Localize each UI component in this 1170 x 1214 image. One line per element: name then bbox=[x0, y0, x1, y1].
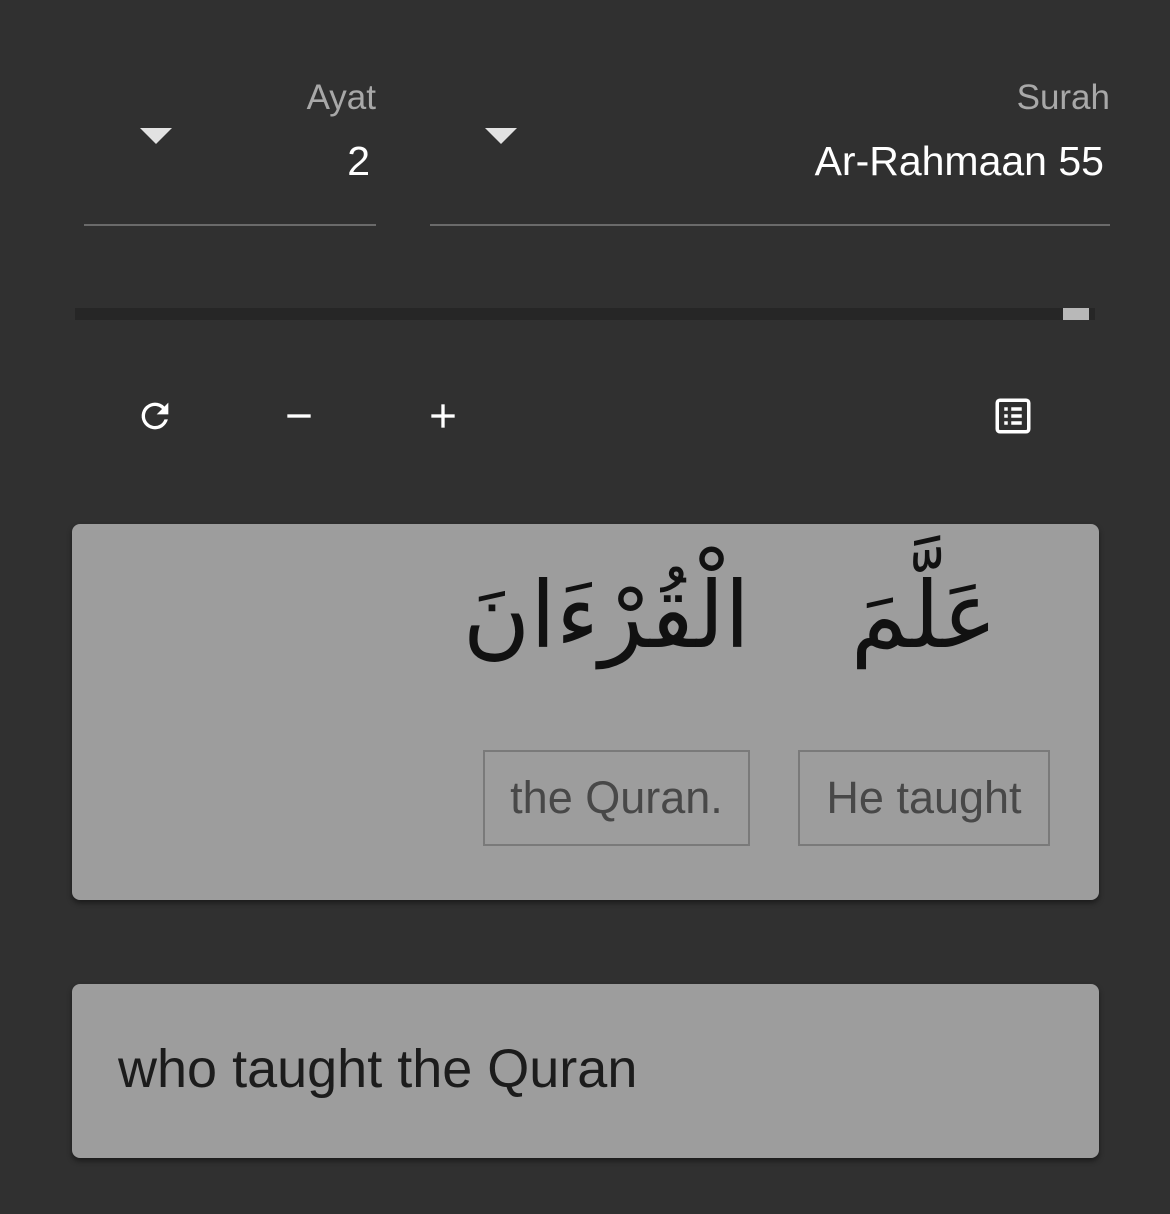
chevron-down-icon[interactable] bbox=[485, 128, 517, 144]
list-view-icon bbox=[995, 398, 1031, 434]
word-meaning[interactable]: the Quran. bbox=[483, 750, 750, 846]
ayat-progress-track[interactable] bbox=[75, 308, 1095, 320]
decrease-font-button[interactable] bbox=[269, 386, 329, 446]
surah-select-value: Ar-Rahmaan 55 bbox=[814, 138, 1104, 184]
arabic-word: عَلَّمَ bbox=[850, 562, 998, 669]
translation-text: who taught the Quran bbox=[118, 1039, 638, 1099]
chevron-down-icon[interactable] bbox=[140, 128, 172, 144]
arabic-word: الْقُرْءَانَ bbox=[462, 562, 750, 669]
word-item[interactable]: عَلَّمَ He taught bbox=[798, 562, 1050, 846]
reset-button[interactable] bbox=[125, 386, 185, 446]
ayat-progress-thumb[interactable] bbox=[1063, 308, 1089, 320]
ayat-select-value: 2 bbox=[347, 138, 370, 184]
surah-select-label: Surah bbox=[1016, 78, 1110, 117]
increase-font-button[interactable] bbox=[413, 386, 473, 446]
translation-card: who taught the Quran bbox=[72, 984, 1099, 1158]
list-view-button[interactable] bbox=[983, 386, 1043, 446]
surah-select[interactable]: Surah Ar-Rahmaan 55 bbox=[430, 70, 1110, 226]
word-item[interactable]: الْقُرْءَانَ the Quran. bbox=[462, 562, 750, 846]
word-by-word-card: عَلَّمَ He taught الْقُرْءَانَ the Quran… bbox=[72, 524, 1099, 900]
ayat-select-label: Ayat bbox=[306, 78, 376, 117]
app-screen: Ayat 2 Surah Ar-Rahmaan 55 عَلَّمَ He ta… bbox=[0, 0, 1170, 1214]
plus-icon bbox=[431, 404, 455, 428]
refresh-icon bbox=[141, 402, 169, 430]
ayat-select[interactable]: Ayat 2 bbox=[84, 70, 376, 226]
word-meaning[interactable]: He taught bbox=[798, 750, 1050, 846]
minus-icon bbox=[287, 414, 311, 418]
